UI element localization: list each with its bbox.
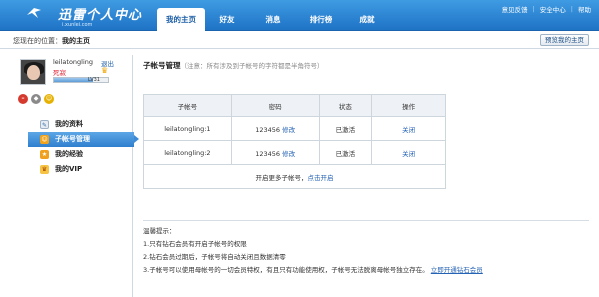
tip-item: 1.只有钻石会员有开启子帐号的权限 xyxy=(143,240,247,248)
profile-icon: ✎ xyxy=(40,120,49,129)
page-title-text: 子帐号管理 xyxy=(143,61,181,70)
account-cell: leilatongling:2 xyxy=(143,140,232,165)
password-value: 123456 xyxy=(255,125,281,134)
sidebar-item-label: 子帐号管理 xyxy=(55,135,90,143)
tip-item-text: 3.子帐号可以使用母帐号的一切会员特权，有且只有功能使用权，子帐号无法脱离母帐号… xyxy=(143,266,429,274)
tab-friends[interactable]: 好友 xyxy=(205,8,249,31)
table-footer-row: 开启更多子帐号，点击开启 xyxy=(143,164,446,189)
breadcrumb: 您现在的位置：我的主页 xyxy=(13,36,90,46)
status-cell: 已激活 xyxy=(318,140,373,165)
side-menu: ✎ 我的资料 ☺ 子帐号管理 ★ 我的经验 ♛ 我的VIP xyxy=(13,117,139,177)
upgrade-diamond-link[interactable]: 立即开通钻石会员 xyxy=(431,266,483,274)
level-progress-bar: LV31 xyxy=(53,77,109,83)
gray-status-icon[interactable]: ◆ xyxy=(31,94,41,104)
breadcrumb-bar: 您现在的位置：我的主页 预览我的主页 xyxy=(0,32,599,49)
password-value: 123456 xyxy=(255,149,281,158)
page-note: （注意：所有涉及到子帐号的字符都是半角符号） xyxy=(180,62,324,70)
vip-icon: ♛ xyxy=(40,165,49,174)
sidebar-item-experience[interactable]: ★ 我的经验 xyxy=(13,147,134,162)
red-status-icon[interactable]: – xyxy=(18,94,28,104)
sidebar-item-label: 我的VIP xyxy=(55,165,83,173)
breadcrumb-current: 我的主页 xyxy=(62,37,90,45)
edit-password-link[interactable]: 修改 xyxy=(282,150,295,158)
sidebar-item-subaccount[interactable]: ☺ 子帐号管理 xyxy=(28,132,139,147)
top-links: 意见反馈 | 安全中心 | 帮助 xyxy=(502,4,591,14)
yellow-status-icon[interactable]: ☺ xyxy=(44,94,54,104)
subaccount-table: 子帐号 密码 状态 操作 leilatongling:1 123456 修改 已… xyxy=(143,94,446,189)
open-more-link[interactable]: 点击开启 xyxy=(308,174,334,182)
breadcrumb-prefix: 您现在的位置： xyxy=(13,37,62,45)
sidebar-item-label: 我的资料 xyxy=(55,120,83,128)
table-row: leilatongling:1 123456 修改 已激活 关闭 xyxy=(143,116,446,141)
preview-homepage-button[interactable]: 预览我的主页 xyxy=(540,34,589,46)
tips-section: 温馨提示： 1.只有钻石会员有开启子帐号的权限 2.钻石会员过期后，子帐号将自动… xyxy=(143,220,589,277)
feedback-link[interactable]: 意见反馈 xyxy=(502,4,528,14)
account-cell: leilatongling:1 xyxy=(143,116,232,141)
sidebar-item-label: 我的经验 xyxy=(55,150,83,158)
main-content: 子帐号管理（注意：所有涉及到子帐号的字符都是半角符号） 子帐号 密码 状态 操作… xyxy=(143,60,589,274)
user-status: 死寂 xyxy=(53,69,66,77)
page-title: 子帐号管理（注意：所有涉及到子帐号的字符都是半角符号） xyxy=(143,60,589,71)
divider: | xyxy=(532,5,535,13)
username[interactable]: leilatongling xyxy=(53,58,93,66)
divider: | xyxy=(570,5,573,13)
status-cell: 已激活 xyxy=(318,116,373,141)
gold-badge-icon: ♛ xyxy=(101,66,109,75)
avatar[interactable] xyxy=(20,59,46,85)
open-more-text: 开启更多子帐号， xyxy=(255,173,308,182)
column-header: 状态 xyxy=(318,94,373,117)
tab-rankings[interactable]: 排行榜 xyxy=(297,8,345,31)
sidebar-item-vip[interactable]: ♛ 我的VIP xyxy=(13,162,134,177)
tips-title: 温馨提示： xyxy=(143,227,176,235)
status-icon-row: – ◆ ☺ xyxy=(18,94,54,104)
level-label: LV31 xyxy=(87,77,100,83)
logo[interactable]: 迅雷个人中心 i.xunlei.com xyxy=(40,4,142,28)
password-cell: 123456 修改 xyxy=(230,140,320,165)
open-more-cell: 开启更多子帐号，点击开启 xyxy=(143,164,446,189)
action-cell: 关闭 xyxy=(371,140,446,165)
action-cell: 关闭 xyxy=(371,116,446,141)
main-nav: 我的主页 好友 消息 排行榜 成就 xyxy=(157,8,389,31)
table-header-row: 子帐号 密码 状态 操作 xyxy=(143,94,446,117)
top-header: 迅雷个人中心 i.xunlei.com 我的主页 好友 消息 排行榜 成就 意见… xyxy=(0,0,599,31)
help-link[interactable]: 帮助 xyxy=(578,4,591,14)
column-header: 操作 xyxy=(371,94,446,117)
sidebar: leilatongling 退出 死寂 ♛ LV31 – ◆ ☺ ✎ 我的资料 … xyxy=(13,55,139,297)
experience-icon: ★ xyxy=(40,150,49,159)
edit-password-link[interactable]: 修改 xyxy=(282,126,295,134)
sidebar-item-my-profile[interactable]: ✎ 我的资料 xyxy=(13,117,134,132)
column-header: 密码 xyxy=(230,94,320,117)
close-subaccount-link[interactable]: 关闭 xyxy=(402,150,415,158)
tip-item: 2.钻石会员过期后，子帐号将自动关闭且数据清零 xyxy=(143,253,286,261)
logo-title: 迅雷个人中心 xyxy=(58,8,143,23)
tip-item: 3.子帐号可以使用母帐号的一切会员特权，有且只有功能使用权，子帐号无法脱离母帐号… xyxy=(143,264,589,277)
tab-my-homepage[interactable]: 我的主页 xyxy=(157,8,205,31)
table-row: leilatongling:2 123456 修改 已激活 关闭 xyxy=(143,140,446,165)
security-center-link[interactable]: 安全中心 xyxy=(540,4,566,14)
column-header: 子帐号 xyxy=(143,94,232,117)
close-subaccount-link[interactable]: 关闭 xyxy=(402,126,415,134)
tab-messages[interactable]: 消息 xyxy=(249,8,297,31)
subaccount-icon: ☺ xyxy=(40,135,49,144)
password-cell: 123456 修改 xyxy=(230,116,320,141)
tab-achievements[interactable]: 成就 xyxy=(345,8,389,31)
